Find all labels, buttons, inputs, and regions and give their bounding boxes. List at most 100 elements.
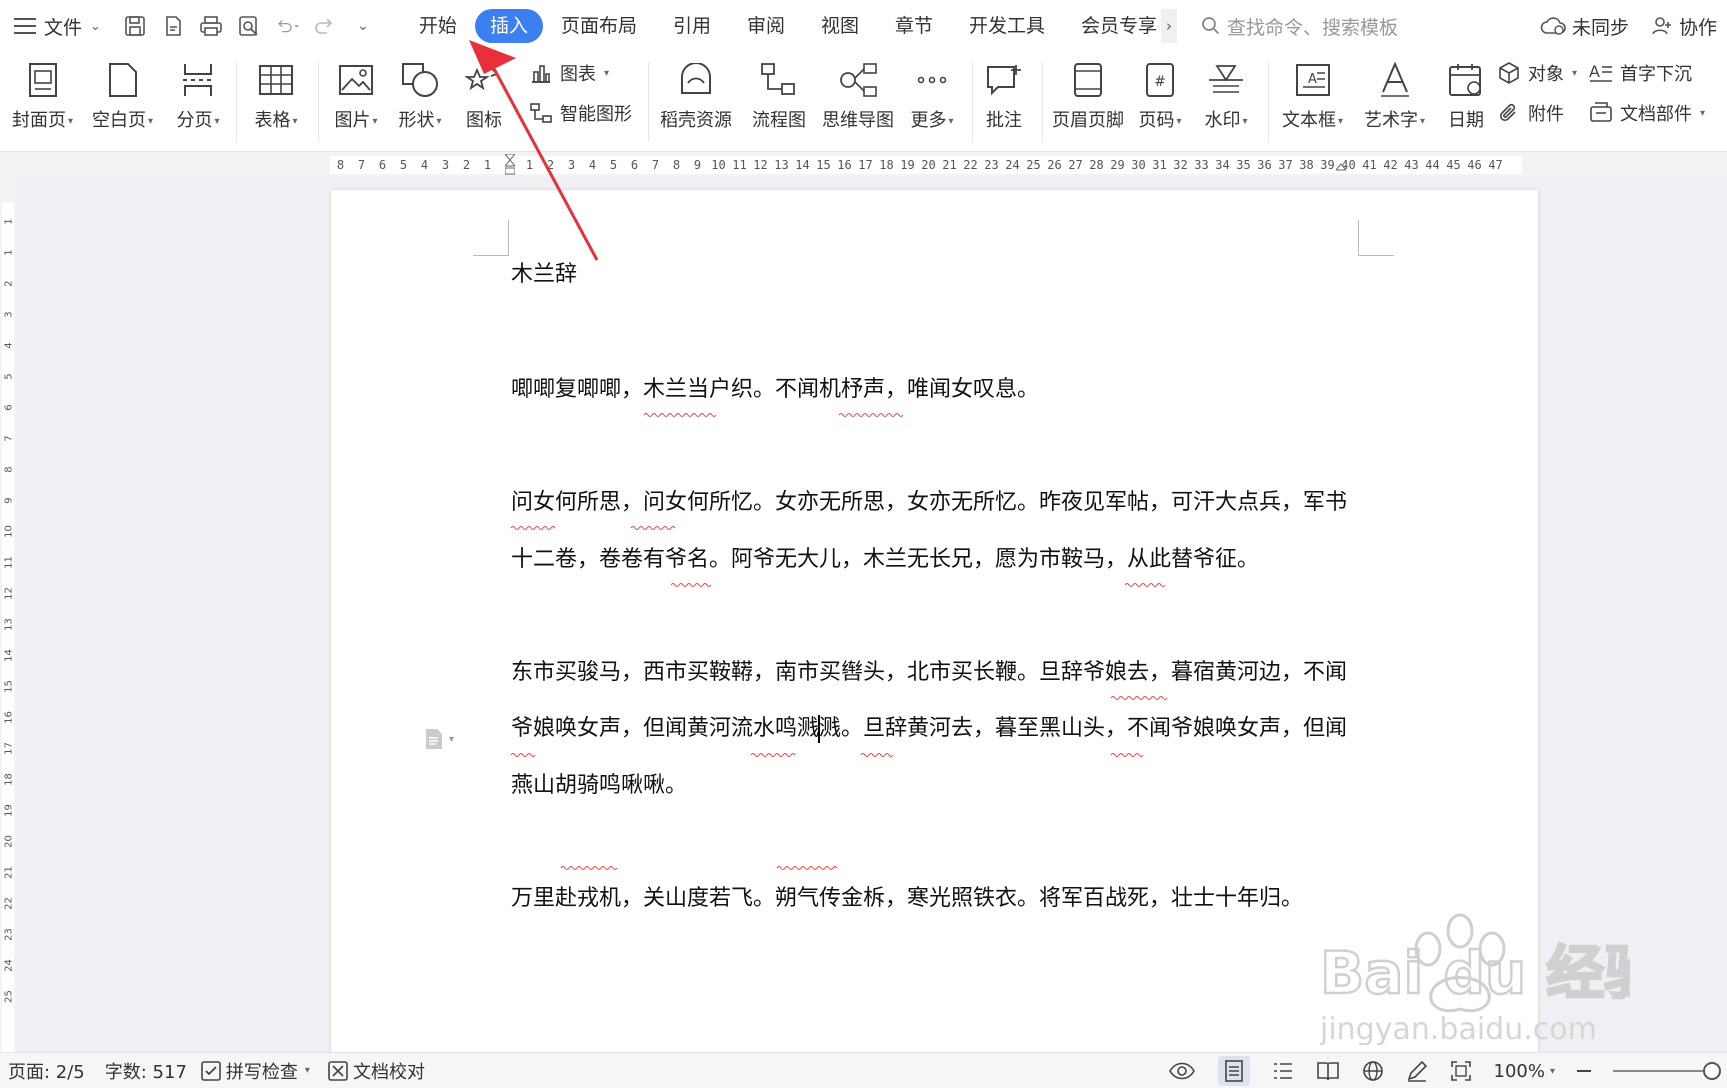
collaborate-button[interactable]: 协作 xyxy=(1651,13,1717,40)
right-indent-marker[interactable] xyxy=(1336,154,1346,176)
vertical-ruler[interactable]: 1 1 2 3 4 5 6 7 8 9 10 11 12 13 14 15 16 17 18 19 20 21 22 23 24… xyxy=(0,178,16,1052)
export-pdf-icon[interactable] xyxy=(161,14,185,38)
icon-library-icon xyxy=(462,56,506,104)
undo-icon[interactable] xyxy=(275,14,299,38)
header-footer-button[interactable]: 页眉页脚 xyxy=(1052,56,1124,132)
horizontal-ruler[interactable]: 8 7 6 5 4 3 2 1 1 2 3 4 5 6 7 8 9 10 11 12 13 14 15 16 17 18 19 20 2… xyxy=(0,152,1727,178)
zoom-slider-knob[interactable] xyxy=(1703,1062,1721,1080)
object-button[interactable]: 对象 ▾ xyxy=(1496,60,1577,86)
customize-toolbar-icon[interactable]: ⌄ xyxy=(351,14,375,38)
more-tabs-arrow[interactable]: › xyxy=(1161,9,1178,43)
paragraph-layout-button[interactable]: ▾ xyxy=(425,728,454,750)
vertical-ruler-number: 4 xyxy=(3,342,15,349)
tab-review[interactable]: 审阅 xyxy=(729,9,803,43)
ruler-number: 33 xyxy=(1194,158,1209,172)
blank-page-button[interactable]: 空白页 ▾ xyxy=(92,56,153,132)
file-menu[interactable]: 文件 ⌄ xyxy=(0,0,101,52)
table-icon xyxy=(254,56,298,104)
more-button[interactable]: 更多 ▾ xyxy=(910,56,954,132)
ruler-number: 4 xyxy=(420,158,429,172)
page-indicator[interactable]: 页面: 2/5 xyxy=(8,1058,85,1084)
web-view-icon[interactable] xyxy=(1362,1060,1384,1082)
mindmap-button[interactable]: 思维导图 xyxy=(822,56,894,132)
search-icon xyxy=(1202,17,1220,35)
comment-button[interactable]: 批注 xyxy=(982,56,1026,132)
sync-status[interactable]: 未同步 xyxy=(1540,13,1629,40)
flowchart-label: 流程图 xyxy=(752,110,806,131)
ruler-number: 37 xyxy=(1278,158,1293,172)
paragraph-line: 十二卷，卷卷有爷名。阿爷无大儿，木兰无长兄，愿为市鞍马，从此替爷征。 xyxy=(511,529,1371,591)
icon-library-button[interactable]: 图标 xyxy=(462,56,506,132)
redo-icon[interactable] xyxy=(313,14,337,38)
page-number-button[interactable]: # 页码 ▾ xyxy=(1138,56,1182,132)
document-canvas[interactable]: 木兰辞 唧唧复唧唧，木兰当户织。不闻机杼声，唯闻女叹息。 问女何所思，问女何所忆… xyxy=(16,178,1727,1052)
print-preview-icon[interactable] xyxy=(237,14,261,38)
status-right-tools: 100% ▾ xyxy=(1168,1053,1721,1088)
wps-writer-window: 文件 ⌄ ⌄ 开始 插入 页面布局 引用 审阅 视图 章节 开发工具 会员专享 … xyxy=(0,0,1727,1088)
table-button[interactable]: 表格 ▾ xyxy=(254,56,298,132)
fit-page-icon[interactable] xyxy=(1450,1060,1472,1082)
attachment-button[interactable]: 附件 xyxy=(1496,100,1564,126)
picture-button[interactable]: 图片 ▾ xyxy=(334,56,378,132)
insert-ribbon: 封面页 ▾ 空白页 ▾ 分页 ▾ 表格 ▾ 图片 ▾ 形状 ▾ 图标 图表 ▾ 智能图形 xyxy=(0,52,1727,152)
tab-view[interactable]: 视图 xyxy=(803,9,877,43)
ruler-number: 22 xyxy=(963,158,978,172)
tab-insert[interactable]: 插入 xyxy=(474,9,543,43)
tab-references[interactable]: 引用 xyxy=(655,9,729,43)
smartart-button[interactable]: 智能图形 xyxy=(528,100,632,126)
word-count[interactable]: 字数: 517 xyxy=(105,1058,187,1084)
shape-button[interactable]: 形状 ▾ xyxy=(398,56,442,132)
drop-cap-button[interactable]: A 首字下沉 xyxy=(1588,60,1692,86)
proofread-button[interactable]: 文档校对 xyxy=(328,1058,425,1084)
docer-icon xyxy=(674,56,718,104)
watermark-button[interactable]: 水印 ▾ xyxy=(1204,56,1248,132)
pen-icon[interactable] xyxy=(1406,1060,1428,1082)
document-page[interactable]: 木兰辞 唧唧复唧唧，木兰当户织。不闻机杼声，唯闻女叹息。 问女何所思，问女何所忆… xyxy=(331,190,1538,1052)
spellcheck-button[interactable]: 拼写检查 ▾ xyxy=(201,1058,310,1084)
picture-label: 图片 xyxy=(334,110,371,131)
comment-label: 批注 xyxy=(986,110,1022,131)
docer-resources-button[interactable]: 稻壳资源 xyxy=(660,56,732,132)
ruler-number: 25 xyxy=(1026,158,1041,172)
outline-view-icon[interactable] xyxy=(1272,1061,1294,1081)
vertical-ruler-number: 16 xyxy=(3,711,15,724)
ruler-number: 8 xyxy=(336,158,345,172)
ruler-number: 31 xyxy=(1152,158,1167,172)
wordart-button[interactable]: 艺术字 ▾ xyxy=(1364,56,1425,132)
tab-sections[interactable]: 章节 xyxy=(877,9,951,43)
tab-developer[interactable]: 开发工具 xyxy=(951,9,1063,43)
ruler-number: 39 xyxy=(1320,158,1335,172)
tab-home[interactable]: 开始 xyxy=(401,9,475,43)
tab-member[interactable]: 会员专享 xyxy=(1063,9,1161,43)
print-icon[interactable] xyxy=(199,14,223,38)
text-run: 十二卷，卷卷有爷名。阿爷无大儿，木兰无长兄，愿为市鞍马，从此替爷征。 xyxy=(511,547,1260,572)
eye-icon[interactable] xyxy=(1168,1061,1196,1081)
ruler-number: 6 xyxy=(630,158,639,172)
save-icon[interactable] xyxy=(123,14,147,38)
reading-mode-icon[interactable] xyxy=(1316,1061,1340,1081)
textbox-button[interactable]: A 文本框 ▾ xyxy=(1282,56,1343,132)
wordart-icon xyxy=(1373,56,1417,104)
cover-page-button[interactable]: 封面页 ▾ xyxy=(12,56,73,132)
zoom-out-button[interactable] xyxy=(1577,1070,1591,1072)
zoom-dropdown[interactable]: 100% ▾ xyxy=(1494,1061,1556,1082)
more-dots-icon xyxy=(910,56,954,104)
page-view-button[interactable] xyxy=(1217,1056,1250,1086)
search-placeholder: 查找命令、搜索模板 xyxy=(1227,16,1399,39)
zoom-slider[interactable] xyxy=(1613,1062,1721,1080)
tab-page-layout[interactable]: 页面布局 xyxy=(543,9,655,43)
chart-button[interactable]: 图表 ▾ xyxy=(528,60,609,86)
document-parts-button[interactable]: 文档部件 ▾ xyxy=(1588,100,1705,126)
flowchart-button[interactable]: 流程图 xyxy=(752,56,806,132)
shape-label: 形状 xyxy=(398,110,435,131)
date-button[interactable]: 日期 xyxy=(1444,56,1488,132)
drop-cap-icon: A xyxy=(1588,60,1614,86)
text-run: 爷娘唤女声，但闻黄河流水鸣溅 xyxy=(511,716,820,741)
ruler-number: 29 xyxy=(1110,158,1125,172)
command-search[interactable]: 查找命令、搜索模板 xyxy=(1201,13,1398,40)
indent-marker[interactable] xyxy=(505,154,515,176)
ruler-number: 28 xyxy=(1089,158,1104,172)
vertical-ruler-number: 1 xyxy=(3,218,15,225)
page-break-button[interactable]: 分页 ▾ xyxy=(176,56,220,132)
vertical-ruler-number: 12 xyxy=(3,587,15,600)
